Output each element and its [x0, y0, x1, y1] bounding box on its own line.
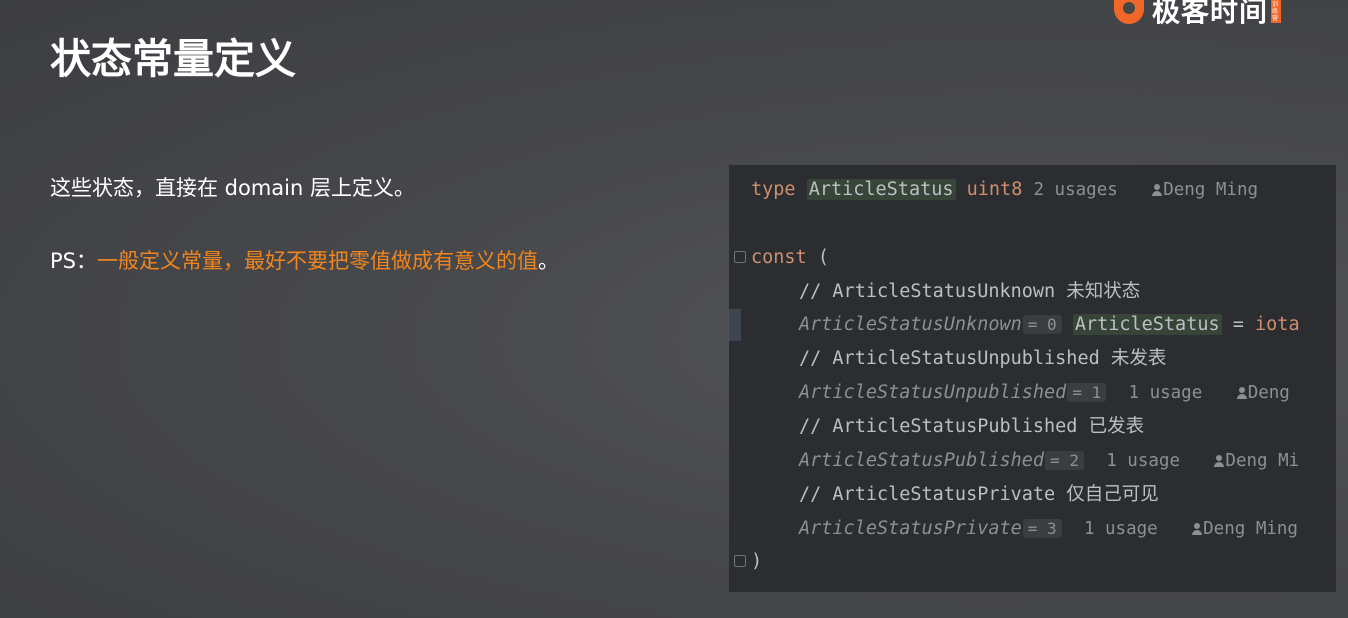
author-icon-private	[1191, 523, 1203, 535]
code-line-const: const (	[751, 242, 1336, 274]
code-editor: type ArticleStatus uint8 2 usages Deng M…	[729, 165, 1336, 592]
author-hint[interactable]: Deng Ming	[1163, 180, 1258, 200]
code-line-unpublished: ArticleStatusUnpublished = 1 1 usage Deng	[799, 377, 1336, 409]
fold-close-icon[interactable]	[734, 555, 746, 567]
comment-private: // ArticleStatusPrivate 仅自己可见	[799, 484, 1159, 505]
author-hint-private[interactable]: Deng Ming	[1203, 519, 1298, 539]
author-icon-published	[1213, 455, 1225, 467]
usages-hint[interactable]: 2 usages	[1033, 180, 1117, 200]
const-type: ArticleStatus	[1072, 314, 1222, 335]
assign-operator: =	[1221, 314, 1256, 335]
const-name-private: ArticleStatusPrivate	[799, 518, 1022, 539]
code-line-comment-private: // ArticleStatusPrivate 仅自己可见	[799, 479, 1336, 511]
usages-hint-unpublished[interactable]: 1 usage	[1129, 383, 1203, 403]
const-close-paren: )	[751, 551, 763, 572]
fold-open-icon[interactable]	[734, 251, 746, 263]
value-hint-private: = 3	[1022, 519, 1062, 538]
value-hint-unpublished: = 1	[1067, 383, 1107, 402]
brand-name: 极客时间	[1152, 0, 1269, 28]
const-name-unknown: ArticleStatusUnknown	[799, 314, 1022, 335]
slide-title: 状态常量定义	[50, 35, 296, 83]
value-hint-published: = 2	[1045, 451, 1084, 470]
brand-logo: 极客时间 训练营	[1114, 0, 1282, 28]
author-hint-unpublished[interactable]: Deng	[1248, 383, 1290, 403]
type-name: ArticleStatus	[806, 179, 956, 200]
code-line-published: ArticleStatusPublished = 2 1 usage Deng M…	[799, 445, 1336, 477]
const-name-unpublished: ArticleStatusUnpublished	[799, 382, 1067, 403]
code-line-comment-unknown: // ArticleStatusUnknown 未知状态	[799, 276, 1336, 308]
slide-ps-note: PS：一般定义常量，最好不要把零值做成有意义的值。	[50, 246, 559, 276]
keyword-type: type	[751, 179, 796, 200]
code-line-private: ArticleStatusPrivate = 3 1 usage Deng Min…	[799, 513, 1336, 545]
keyword-const: const	[751, 247, 807, 268]
ps-suffix: 。	[538, 249, 559, 273]
author-icon	[1151, 184, 1163, 196]
const-name-published: ArticleStatusPublished	[799, 450, 1045, 471]
code-line-comment-published: // ArticleStatusPublished 已发表	[799, 411, 1336, 443]
iota-keyword: iota	[1255, 314, 1300, 335]
code-line-close: )	[751, 546, 1336, 578]
author-hint-published[interactable]: Deng Mi	[1225, 451, 1299, 471]
brand-tag: 训练营	[1271, 0, 1282, 23]
value-hint-unknown: = 0	[1022, 315, 1062, 334]
comment-published: // ArticleStatusPublished 已发表	[799, 416, 1145, 437]
const-open-paren: (	[806, 247, 829, 268]
ps-highlight: 一般定义常量，最好不要把零值做成有意义的值	[97, 249, 538, 273]
usages-hint-private[interactable]: 1 usage	[1084, 519, 1158, 539]
type-underlying: uint8	[966, 179, 1023, 200]
comment-unknown: // ArticleStatusUnknown 未知状态	[799, 281, 1141, 302]
author-icon-unpublished	[1236, 387, 1248, 399]
code-line-type: type ArticleStatus uint8 2 usages Deng M…	[751, 174, 1336, 206]
code-line-comment-unpublished: // ArticleStatusUnpublished 未发表	[799, 343, 1336, 375]
ps-prefix: PS：	[50, 249, 97, 273]
slide-paragraph: 这些状态，直接在 domain 层上定义。	[50, 176, 415, 200]
code-line-unknown: ArticleStatusUnknown = 0 ArticleStatus = …	[799, 309, 1336, 341]
brand-logo-icon	[1114, 0, 1144, 24]
comment-unpublished: // ArticleStatusUnpublished 未发表	[799, 348, 1167, 369]
usages-hint-published[interactable]: 1 usage	[1106, 451, 1180, 471]
current-line-marker	[729, 309, 741, 341]
